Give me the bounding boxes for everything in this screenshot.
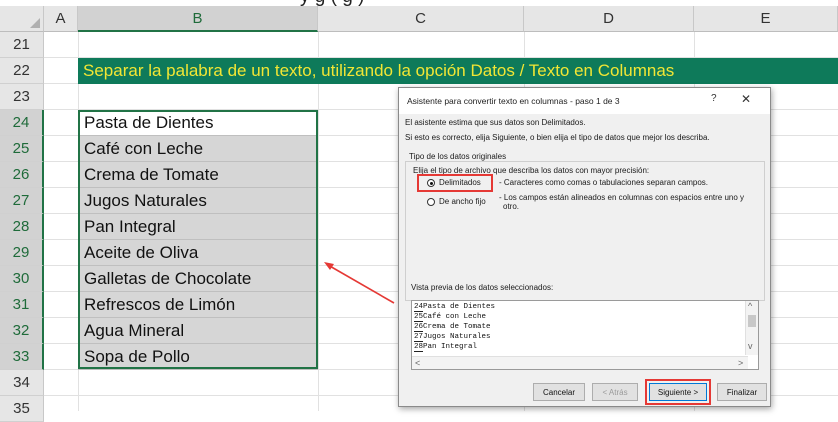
close-icon[interactable]: ✕ (741, 92, 751, 106)
banner-text: Separar la palabra de un texto, utilizan… (83, 61, 675, 80)
cancel-button[interactable]: Cancelar (533, 383, 585, 401)
column-header-c[interactable]: C (318, 6, 524, 32)
preview-label: Vista previa de los datos seleccionados: (411, 283, 554, 292)
column-header-a[interactable]: A (44, 6, 78, 32)
row-header-32[interactable]: 32 (0, 318, 44, 344)
title-banner[interactable]: Separar la palabra de un texto, utilizan… (78, 58, 838, 84)
column-header-b[interactable]: B (78, 6, 318, 32)
fixed-width-description-1: - Los campos están alineados en columnas… (499, 193, 745, 202)
row-header-24[interactable]: 24 (0, 110, 44, 136)
row-header-21[interactable]: 21 (0, 32, 44, 58)
column-header-d[interactable]: D (524, 6, 694, 32)
row-header-28[interactable]: 28 (0, 214, 44, 240)
row-header-27[interactable]: 27 (0, 188, 44, 214)
preview-row: 24Pasta de Dientes (414, 303, 496, 312)
grid-line (318, 32, 319, 411)
back-button[interactable]: < Atrás (592, 383, 638, 401)
scroll-right-icon[interactable]: > (738, 358, 743, 368)
select-all-triangle-icon (30, 18, 40, 28)
highlight-delimited (417, 174, 493, 192)
column-header-e[interactable]: E (694, 6, 838, 32)
scroll-left-icon[interactable]: < (415, 358, 420, 368)
row-header-23[interactable]: 23 (0, 84, 44, 110)
preview-row: 27Jugos Naturales (414, 333, 491, 342)
text-to-columns-dialog: Asistente para convertir texto en column… (398, 87, 771, 407)
preview-horizontal-scrollbar[interactable]: < > (412, 356, 748, 369)
preview-row: 26Crema de Tomate (414, 323, 491, 332)
row-header-31[interactable]: 31 (0, 292, 44, 318)
dialog-title: Asistente para convertir texto en column… (407, 96, 620, 106)
scroll-down-icon[interactable]: v (748, 341, 753, 351)
preview-row: 25Café con Leche (414, 313, 487, 322)
scroll-thumb[interactable] (748, 315, 756, 327)
scroll-up-icon[interactable]: ^ (748, 301, 752, 311)
select-all-corner[interactable] (0, 6, 44, 32)
highlight-next (645, 379, 711, 405)
wizard-instruction-text: Si esto es correcto, elija Siguiente, o … (405, 133, 710, 142)
row-header-35[interactable]: 35 (0, 396, 44, 422)
row-header-22[interactable]: 22 (0, 58, 44, 84)
fixed-width-description-2: otro. (503, 202, 520, 211)
preview-vertical-scrollbar[interactable]: ^ v (745, 301, 758, 355)
data-preview[interactable]: 24Pasta de Dientes 25Café con Leche 26Cr… (411, 300, 759, 370)
row-header-25[interactable]: 25 (0, 136, 44, 162)
group-title: Tipo de los datos originales (407, 152, 509, 161)
dialog-titlebar: Asistente para convertir texto en column… (399, 88, 770, 114)
selected-range (78, 110, 318, 369)
delimited-description: - Caracteres como comas o tabulaciones s… (499, 178, 708, 187)
row-header-29[interactable]: 29 (0, 240, 44, 266)
row-header-30[interactable]: 30 (0, 266, 44, 292)
preview-row: 28Pan Integral (414, 343, 478, 352)
wizard-estimate-text: El asistente estima que sus datos son De… (405, 118, 586, 127)
row-header-34[interactable]: 34 (0, 370, 44, 396)
radio-fixed-width-label[interactable]: De ancho fijo (439, 197, 486, 206)
row-header-26[interactable]: 26 (0, 162, 44, 188)
row-header-33[interactable]: 33 (0, 344, 44, 370)
finish-button[interactable]: Finalizar (717, 383, 767, 401)
help-icon[interactable]: ? (711, 93, 717, 104)
radio-fixed-width[interactable] (427, 198, 435, 206)
